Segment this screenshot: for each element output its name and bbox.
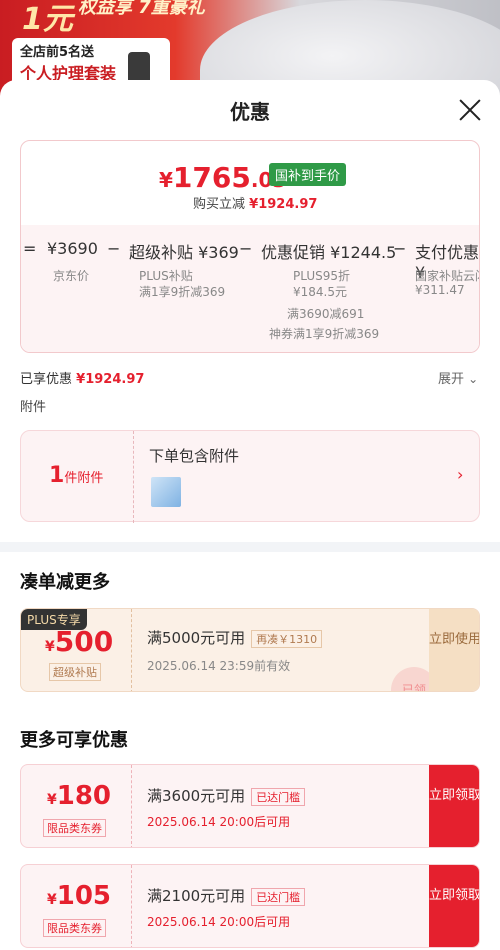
breakdown-detail: PLUS95折: [293, 269, 350, 283]
enjoyed-discount: 已享优惠 ¥1924.97: [20, 368, 144, 387]
breakdown-jd-price-label: 京东价: [53, 269, 90, 283]
buy-reduce-value: ¥1924.97: [249, 197, 318, 212]
coupon-validity: 2025.06.14 20:00后可用: [147, 915, 291, 929]
buy-reduce: 购买立减 ¥1924.97: [193, 193, 317, 212]
plus-coupon-value: 500: [54, 625, 114, 658]
coupon-condition: 满2100元可用 已达门槛: [147, 885, 306, 906]
chevron-down-icon: ⌄: [468, 372, 479, 386]
breakdown-op-minus: −: [107, 239, 121, 258]
accessory-section-label: 附件: [20, 400, 47, 415]
coupon-card: ¥105 限品类东券 满2100元可用 已达门槛 2025.06.14 20:00…: [20, 864, 480, 948]
use-now-button[interactable]: 立即使用: [429, 609, 479, 691]
breakdown-detail: PLUS补贴: [139, 269, 193, 283]
coupon-status: 已达门槛: [251, 787, 306, 806]
breakdown-super-subsidy-value: ¥369: [198, 243, 239, 262]
final-price-currency: ¥: [159, 168, 173, 192]
expand-button[interactable]: 展开 ⌄: [438, 368, 478, 387]
plus-coupon-currency: ¥: [45, 639, 55, 655]
breakdown-payment-name: 支付优惠: [415, 243, 480, 262]
claim-button[interactable]: 立即领取: [429, 865, 479, 947]
accessory-count-number: 1: [49, 463, 65, 488]
banner-line: 权益享 7重豪礼: [78, 0, 205, 18]
plus-coupon-type: 超级补贴: [49, 663, 101, 681]
breakdown-detail: 神券满1享9折减369: [269, 327, 380, 341]
final-price: ¥1765.03: [159, 161, 286, 194]
discount-sheet: 优惠 ¥1765.03 国补到手价 购买立减 ¥1924.97 = ¥3690 …: [0, 80, 500, 950]
coupon-condition-text: 满2100元可用: [147, 887, 246, 905]
coupon-currency: ¥: [47, 892, 57, 908]
plus-coupon-validity: 2025.06.14 23:59前有效: [147, 659, 291, 673]
dashed-divider: [131, 765, 132, 847]
breakdown-detail: 国家补贴云闪: [415, 269, 480, 283]
breakdown-super-subsidy: 超级补贴 ¥369: [129, 239, 239, 263]
coupon-card: ¥180 限品类东券 满3600元可用 已达门槛 2025.06.14 20:00…: [20, 764, 480, 848]
breakdown-op-minus: −: [239, 239, 253, 258]
coupon-type: 限品类东券: [43, 819, 106, 837]
price-summary-card: ¥1765.03 国补到手价 购买立减 ¥1924.97 = ¥3690 京东价…: [20, 140, 480, 353]
breakdown-detail: 满3690减691: [287, 307, 365, 321]
breakdown-op-equals: =: [23, 239, 37, 258]
expand-label: 展开: [438, 372, 465, 387]
coupon-status: 已达门槛: [251, 887, 306, 906]
buy-reduce-label: 购买立减: [193, 197, 246, 212]
coupon-currency: ¥: [47, 792, 57, 808]
breakdown-promotion: 优惠促销 ¥1244.5: [261, 239, 396, 263]
plus-coupon-condition-text: 满5000元可用: [147, 629, 246, 647]
breakdown-jd-price: ¥3690: [47, 239, 98, 258]
enjoyed-label: 已享优惠: [20, 372, 73, 387]
more-section-title: 更多可享优惠: [20, 730, 128, 751]
accessory-thumbnail: [151, 477, 181, 507]
breakdown-detail: 满1享9折减369: [139, 285, 226, 299]
stack-section-title: 凑单减更多: [20, 572, 110, 593]
coupon-validity: 2025.06.14 20:00后可用: [147, 815, 291, 829]
chevron-right-icon[interactable]: ›: [457, 465, 463, 484]
banner-big-text: 1元: [22, 2, 73, 37]
coupon-value: 105: [56, 881, 112, 911]
plus-coupon-extra: 再凑￥1310: [251, 629, 323, 648]
claim-button[interactable]: 立即领取: [429, 765, 479, 847]
coupon-amount: ¥180: [47, 781, 111, 811]
breakdown-promotion-name: 优惠促销: [261, 243, 326, 262]
breakdown-detail: ¥184.5元: [293, 285, 347, 299]
plus-coupon-card: PLUS专享 ¥500 超级补贴 满5000元可用 再凑￥1310 2025.06…: [20, 608, 480, 692]
final-price-integer: 1765: [172, 161, 251, 194]
breakdown-detail: ¥311.47: [415, 283, 465, 297]
accessory-included-text: 下单包含附件: [149, 447, 240, 465]
breakdown-op-minus: −: [393, 239, 407, 258]
coupon-condition-text: 满3600元可用: [147, 787, 246, 805]
coupon-value: 180: [56, 781, 112, 811]
coupon-amount: ¥105: [47, 881, 111, 911]
breakdown-super-subsidy-name: 超级补贴: [129, 243, 194, 262]
accessory-card[interactable]: 1件附件 下单包含附件 ›: [20, 430, 480, 523]
close-icon[interactable]: [456, 96, 484, 124]
dashed-divider: [133, 431, 134, 523]
coupon-type: 限品类东券: [43, 919, 106, 937]
accessory-count: 1件附件: [49, 463, 103, 488]
gov-subsidy-badge: 国补到手价: [269, 163, 347, 186]
plus-coupon-amount: ¥500: [45, 625, 113, 658]
dashed-divider: [131, 865, 132, 947]
enjoyed-value: ¥1924.97: [76, 372, 145, 387]
dashed-divider: [131, 609, 132, 691]
accessory-count-unit: 件附件: [64, 471, 104, 486]
plus-coupon-condition: 满5000元可用 再凑￥1310: [147, 627, 323, 648]
coupon-condition: 满3600元可用 已达门槛: [147, 785, 306, 806]
section-gap: [0, 542, 500, 552]
sheet-title: 优惠: [230, 100, 270, 124]
breakdown-promotion-value: ¥1244.5: [330, 243, 397, 262]
